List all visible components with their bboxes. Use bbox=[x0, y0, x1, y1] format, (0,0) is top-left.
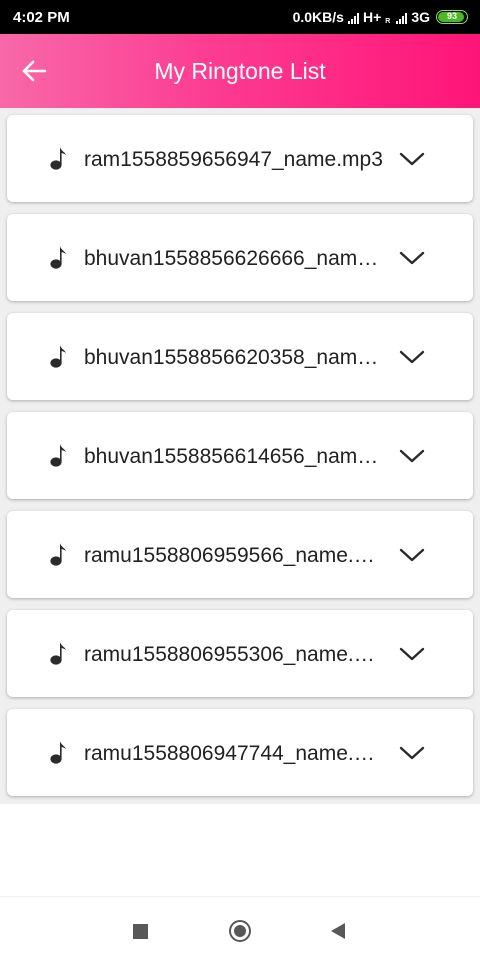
chevron-down-icon bbox=[399, 251, 425, 265]
network-type-1: H+ bbox=[362, 9, 382, 25]
ringtone-item[interactable]: bhuvan1558856620358_name.mp3 bbox=[7, 313, 473, 400]
chevron-down-icon bbox=[399, 746, 425, 760]
home-circle-icon bbox=[229, 920, 251, 942]
battery-level: 93 bbox=[446, 11, 457, 21]
ringtone-label: bhuvan1558856620358_name.mp3 bbox=[84, 346, 384, 369]
ringtone-label: ramu1558806947744_name.mp3 bbox=[84, 742, 384, 765]
signal-strength-2-icon bbox=[396, 12, 408, 24]
status-indicators: 0.0KB/s H+ R 3G 93 bbox=[293, 9, 468, 25]
expand-button[interactable] bbox=[392, 240, 432, 276]
expand-button[interactable] bbox=[392, 339, 432, 375]
network-type-2: 3G bbox=[411, 9, 430, 25]
back-triangle-icon bbox=[331, 923, 345, 939]
ringtone-item[interactable]: bhuvan1558856626666_name.mp3 bbox=[7, 214, 473, 301]
ringtone-label: ramu1558806955306_name.mp3 bbox=[84, 643, 384, 666]
music-note-icon bbox=[50, 246, 66, 269]
status-bar: 4:02 PM 0.0KB/s H+ R 3G 93 bbox=[0, 0, 480, 34]
status-time: 4:02 PM bbox=[13, 9, 70, 26]
ringtone-label: ramu1558806959566_name.mp3 bbox=[84, 544, 384, 567]
expand-button[interactable] bbox=[392, 735, 432, 771]
chevron-down-icon bbox=[399, 152, 425, 166]
chevron-down-icon bbox=[399, 548, 425, 562]
net-speed: 0.0KB/s bbox=[292, 9, 344, 25]
signal-strength-icon bbox=[347, 12, 359, 24]
expand-button[interactable] bbox=[392, 141, 432, 177]
ringtone-item[interactable]: ramu1558806955306_name.mp3 bbox=[7, 610, 473, 697]
expand-button[interactable] bbox=[392, 537, 432, 573]
music-note-icon bbox=[50, 444, 66, 467]
music-note-icon bbox=[50, 642, 66, 665]
ringtone-label: bhuvan1558856626666_name.mp3 bbox=[84, 247, 384, 270]
music-note-icon bbox=[50, 543, 66, 566]
app-bar: My Ringtone List bbox=[0, 34, 480, 108]
system-back-button[interactable] bbox=[324, 917, 352, 945]
ringtone-list: ram1558859656947_name.mp3 bhuvan15588566… bbox=[0, 108, 480, 804]
navigation-bar bbox=[0, 896, 480, 960]
chevron-down-icon bbox=[399, 647, 425, 661]
page-title: My Ringtone List bbox=[154, 58, 326, 84]
chevron-down-icon bbox=[399, 350, 425, 364]
roaming-indicator: R bbox=[385, 18, 391, 25]
ringtone-item[interactable]: ramu1558806947744_name.mp3 bbox=[7, 709, 473, 796]
music-note-icon bbox=[50, 147, 66, 170]
chevron-down-icon bbox=[399, 449, 425, 463]
ringtone-item[interactable]: bhuvan1558856614656_name.mp3 bbox=[7, 412, 473, 499]
recents-button[interactable] bbox=[126, 917, 154, 945]
ringtone-label: bhuvan1558856614656_name.mp3 bbox=[84, 445, 384, 468]
expand-button[interactable] bbox=[392, 438, 432, 474]
music-note-icon bbox=[50, 345, 66, 368]
ringtone-item[interactable]: ramu1558806959566_name.mp3 bbox=[7, 511, 473, 598]
music-note-icon bbox=[50, 741, 66, 764]
ringtone-label: ram1558859656947_name.mp3 bbox=[84, 148, 383, 171]
battery-icon: 93 bbox=[436, 10, 468, 24]
recents-square-icon bbox=[132, 923, 148, 939]
home-button[interactable] bbox=[226, 917, 254, 945]
expand-button[interactable] bbox=[392, 636, 432, 672]
ringtone-item[interactable]: ram1558859656947_name.mp3 bbox=[7, 115, 473, 202]
